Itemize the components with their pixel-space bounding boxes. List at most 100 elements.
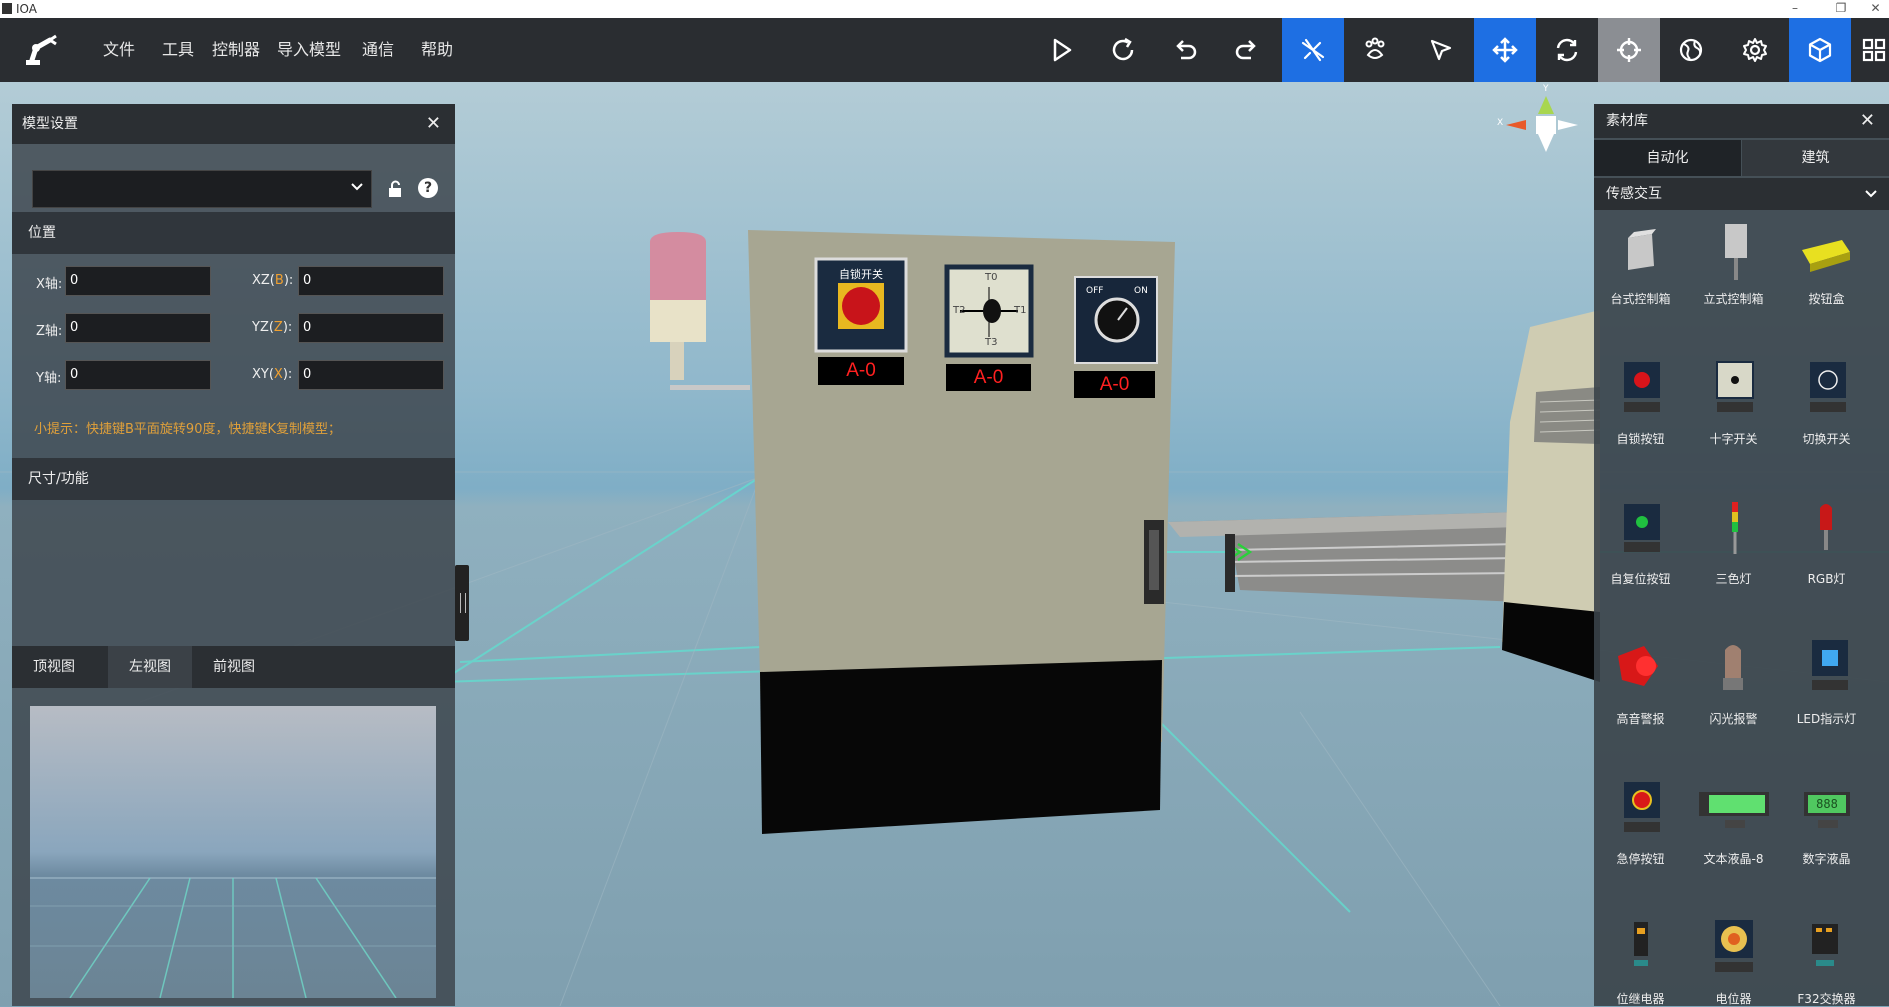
y-axis-input[interactable]: 0 <box>65 360 211 390</box>
library-item[interactable]: RGB灯 <box>1780 496 1873 587</box>
chevron-down-icon <box>1865 190 1877 198</box>
settings-button[interactable] <box>1724 18 1786 82</box>
display-3: A-0 <box>1099 374 1130 395</box>
tab-top-view[interactable]: 顶视图 <box>12 646 96 688</box>
menu-communication[interactable]: 通信 <box>362 18 394 82</box>
move-icon <box>1492 37 1518 63</box>
layout-button[interactable] <box>1851 18 1889 82</box>
close-panel-icon[interactable]: ✕ <box>426 104 441 144</box>
help-icon[interactable]: ? <box>418 178 438 198</box>
panel-splitter[interactable] <box>455 565 469 641</box>
menu-controller[interactable]: 控制器 <box>212 18 260 82</box>
play-button[interactable] <box>1030 18 1092 82</box>
walk-mode-button[interactable] <box>1344 18 1406 82</box>
xy-rotation-input[interactable]: 0 <box>298 360 444 390</box>
library-item[interactable]: 按钮盒 <box>1780 216 1873 307</box>
cube-icon <box>1808 37 1832 63</box>
paw-icon <box>1365 37 1385 59</box>
text-lcd-icon <box>1699 792 1769 828</box>
siren-icon <box>1618 646 1658 686</box>
self-lock-button-icon <box>1624 362 1660 412</box>
library-item[interactable]: 文本液晶-8 <box>1687 776 1780 867</box>
emergency-stop-icon <box>1624 782 1660 832</box>
lcd-digits: 888 <box>1816 797 1838 811</box>
yz-rotation-label: YZ(Z): <box>252 320 293 335</box>
rotate-button[interactable] <box>1536 18 1598 82</box>
relay-icon <box>1634 922 1648 966</box>
library-item[interactable]: 急停按钮 <box>1594 776 1687 867</box>
move-button[interactable] <box>1474 18 1536 82</box>
menu-file[interactable]: 文件 <box>103 18 135 82</box>
model-library-button[interactable] <box>1789 18 1851 82</box>
undo-button[interactable] <box>1154 18 1216 82</box>
library-item[interactable]: 高音警报 <box>1594 636 1687 727</box>
preview-grid <box>30 877 436 998</box>
tower-light[interactable] <box>650 232 750 390</box>
z-axis-input[interactable]: 0 <box>65 313 211 343</box>
conveyor-belt[interactable] <box>1168 512 1521 602</box>
reset-button[interactable] <box>1092 18 1154 82</box>
model-settings-panel: 模型设置 ✕ ? 位置 X轴: 0 Z轴: 0 Y轴: 0 XZ(B): 0 Y… <box>12 104 455 1006</box>
rgb-light-icon <box>1820 504 1832 550</box>
x-axis-label: X轴: <box>36 277 63 292</box>
on-label: ON <box>1134 286 1148 296</box>
menu-tools[interactable]: 工具 <box>162 18 194 82</box>
model-dropdown[interactable] <box>32 170 372 208</box>
fly-mode-button[interactable] <box>1282 18 1344 82</box>
library-item[interactable]: 十字开关 <box>1687 356 1780 447</box>
x-axis-input[interactable]: 0 <box>65 266 211 296</box>
tab-front-view[interactable]: 前视图 <box>192 646 276 688</box>
three-color-light-icon <box>1732 502 1738 554</box>
library-item[interactable]: 切换开关 <box>1780 356 1873 447</box>
library-item[interactable]: 三色灯 <box>1687 496 1780 587</box>
position-section: 位置 <box>12 212 455 254</box>
grid-icon <box>1862 38 1886 62</box>
tab-architecture[interactable]: 建筑 <box>1742 140 1889 176</box>
library-item[interactable]: 位继电器 <box>1594 916 1687 1007</box>
library-item[interactable]: 888 数字液晶 <box>1780 776 1873 867</box>
redo-icon <box>1235 40 1256 60</box>
maximize-button[interactable]: ❐ <box>1826 0 1856 18</box>
category-selector[interactable]: 传感交互 <box>1594 178 1889 210</box>
menu-import-model[interactable]: 导入模型 <box>277 18 341 82</box>
reset-button-icon <box>1624 504 1660 552</box>
library-item[interactable]: 台式控制箱 <box>1594 216 1687 307</box>
switch-label: 自锁开关 <box>839 268 883 281</box>
menu-bar: 文件 工具 控制器 导入模型 通信 帮助 <box>0 18 1889 82</box>
library-item[interactable]: 自锁按钮 <box>1594 356 1687 447</box>
cross-switch-icon <box>1716 361 1754 412</box>
library-item[interactable]: 电位器 <box>1687 916 1780 1007</box>
library-item[interactable]: 立式控制箱 <box>1687 216 1780 307</box>
close-window-button[interactable]: ✕ <box>1862 0 1889 18</box>
window-title: IOA <box>16 2 37 16</box>
redo-button[interactable] <box>1216 18 1278 82</box>
library-item[interactable]: 闪光报警 <box>1687 636 1780 727</box>
xz-rotation-input[interactable]: 0 <box>298 266 444 296</box>
world-button[interactable] <box>1660 18 1722 82</box>
refresh-icon <box>1112 37 1134 61</box>
close-library-icon[interactable]: ✕ <box>1860 104 1875 138</box>
tab-automation[interactable]: 自动化 <box>1594 140 1741 176</box>
view-preview[interactable] <box>30 706 436 998</box>
focus-button[interactable] <box>1598 18 1660 82</box>
z-axis-label: Z轴: <box>36 324 63 339</box>
library-item[interactable]: F32交换器 <box>1780 916 1873 1007</box>
library-title: 素材库 <box>1606 113 1648 129</box>
side-cabinet[interactable] <box>1502 310 1601 682</box>
unlock-icon[interactable] <box>386 180 404 198</box>
library-item[interactable]: 自复位按钮 <box>1594 496 1687 587</box>
material-library-panel: 素材库 ✕ 自动化 建筑 传感交互 台式控制箱 立式控制箱 按钮盒 自锁按钮 十… <box>1594 104 1889 1006</box>
desk-control-box-icon <box>1628 229 1656 270</box>
switch-converter-icon <box>1812 924 1838 966</box>
tab-left-view[interactable]: 左视图 <box>108 646 192 688</box>
rotate-icon <box>1556 38 1578 62</box>
select-button[interactable] <box>1410 18 1472 82</box>
orientation-gizmo[interactable] <box>1506 96 1578 152</box>
minimize-button[interactable]: – <box>1780 0 1810 18</box>
library-item[interactable]: LED指示灯 <box>1780 636 1873 727</box>
yz-rotation-input[interactable]: 0 <box>298 313 444 343</box>
shortcut-tip: 小提示：快捷键B平面旋转90度，快捷键K复制模型； <box>34 422 341 437</box>
menu-help[interactable]: 帮助 <box>421 18 453 82</box>
plane-icon <box>1301 38 1325 62</box>
xy-rotation-label: XY(X): <box>252 367 293 382</box>
